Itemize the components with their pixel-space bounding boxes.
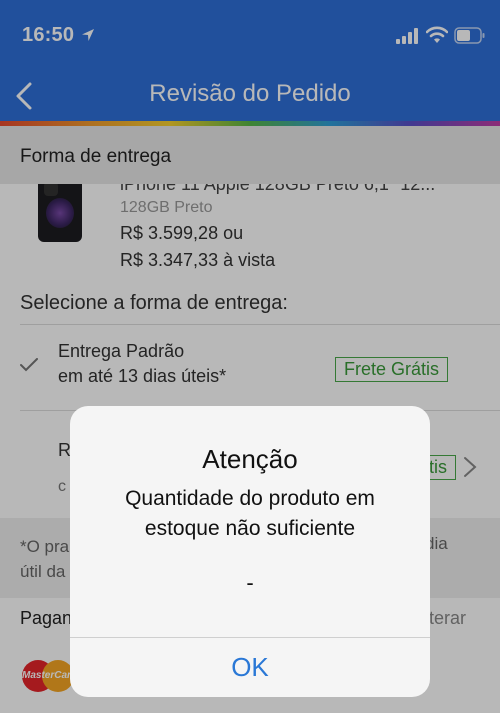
alert-dialog: Atenção Quantidade do produto em estoque… <box>70 406 430 697</box>
ok-button[interactable]: OK <box>70 638 430 697</box>
alert-title: Atenção <box>202 444 298 474</box>
alert-message: Quantidade do produto em estoque não suf… <box>125 487 375 540</box>
alert-extra: - <box>246 570 254 595</box>
